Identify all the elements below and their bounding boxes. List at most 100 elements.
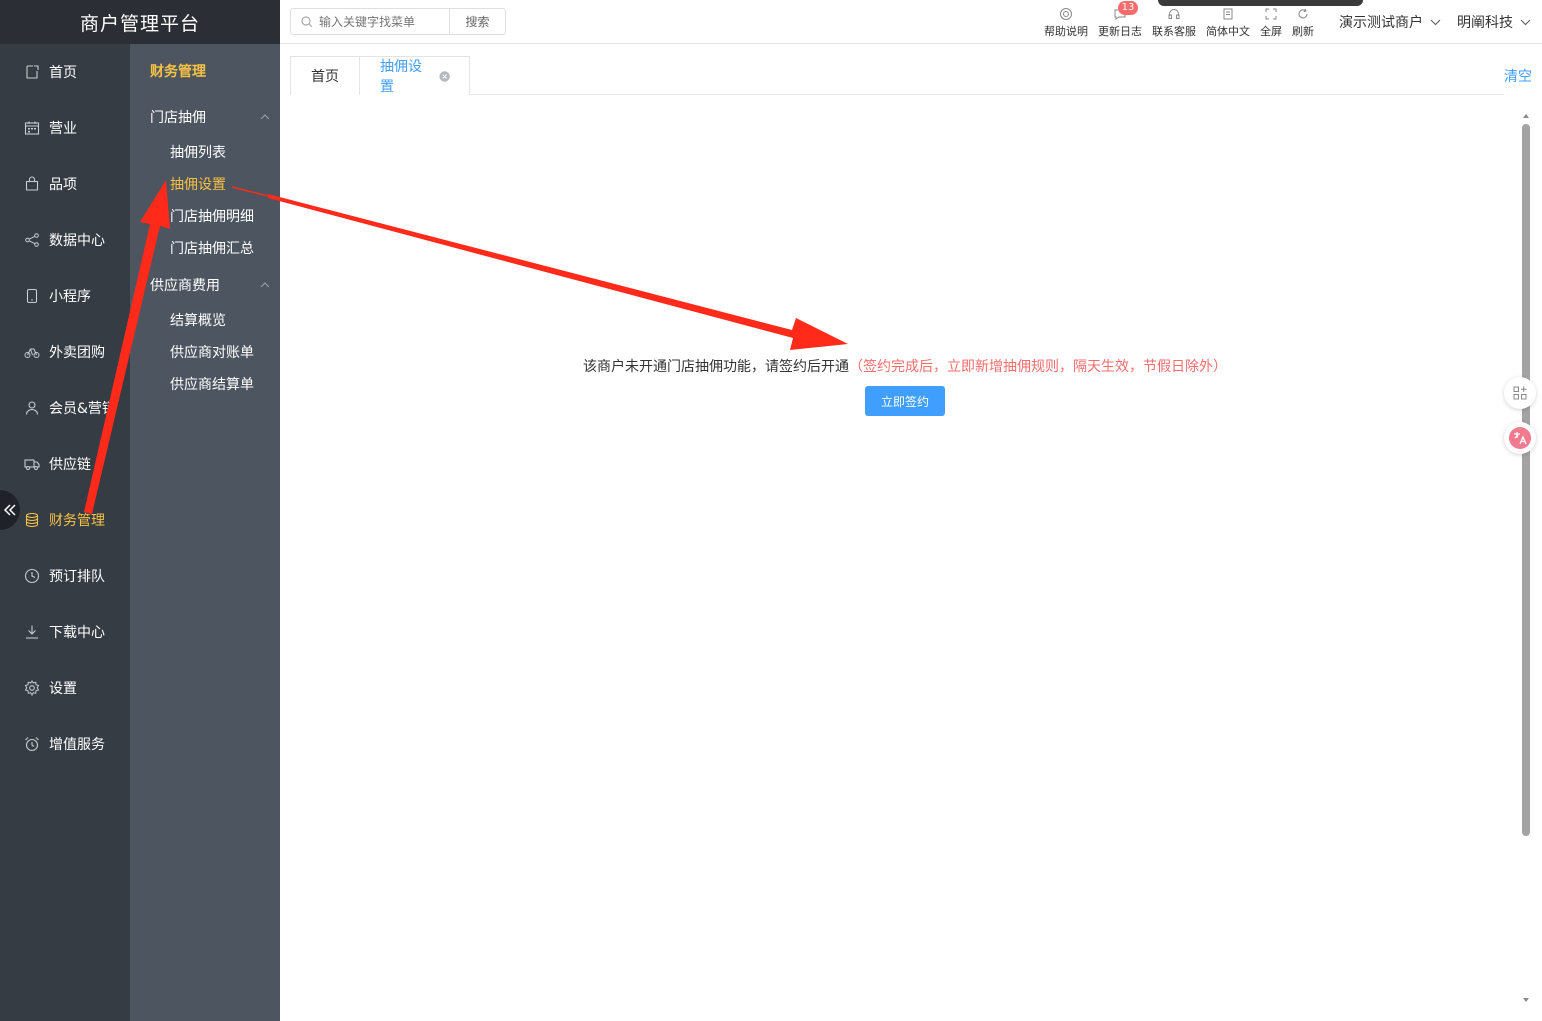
nav-label: 财务管理: [49, 513, 105, 529]
nav-item-member[interactable]: 会员&营销: [0, 380, 130, 436]
not-enabled-notice: 该商户未开通门店抽佣功能，请签约后开通（签约完成后，立即新增抽佣规则，隔天生效，…: [583, 356, 1227, 376]
phone-icon: [26, 288, 38, 304]
clear-tabs-link[interactable]: 清空: [1504, 66, 1532, 86]
nav-label: 数据中心: [49, 233, 105, 249]
help-icon: [1060, 8, 1072, 20]
chevron-down-icon: [1520, 19, 1531, 25]
nav-label: 下载中心: [49, 625, 105, 641]
fullscreen-label: 全屏: [1260, 25, 1282, 38]
sub-nav: 财务管理 门店抽佣 抽佣列表 抽佣设置 门店抽佣明细 门店抽佣汇总 供应商费用 …: [130, 44, 280, 1021]
page-tabs: 首页 抽佣设置: [290, 56, 1504, 95]
search-input[interactable]: [319, 14, 449, 29]
nav-item-value-added[interactable]: 增值服务: [0, 716, 130, 772]
user-icon: [25, 401, 39, 415]
help-label: 帮助说明: [1044, 25, 1088, 38]
grid-plus-icon: [1513, 386, 1527, 400]
nav-item-finance[interactable]: 财务管理: [0, 492, 130, 548]
fullscreen-icon: [1265, 8, 1277, 20]
chevron-down-icon: [1430, 19, 1441, 25]
bike-icon: [24, 348, 40, 358]
language-button[interactable]: 简体中文: [1206, 7, 1250, 39]
tab-label: 抽佣设置: [380, 59, 422, 95]
headset-icon: [1168, 9, 1180, 19]
submenu-item-settlement-overview[interactable]: 结算概览: [170, 310, 226, 330]
tab-label: 首页: [311, 69, 339, 85]
refresh-button[interactable]: 刷新: [1292, 7, 1314, 39]
popup-bar: [1158, 0, 1363, 6]
notice-text: 该商户未开通门店抽佣功能，请签约后开通: [583, 359, 849, 375]
help-button[interactable]: 帮助说明: [1044, 7, 1088, 39]
changelog-badge: 13: [1118, 1, 1138, 15]
gear-icon: [24, 680, 40, 696]
tab-commission-settings[interactable]: 抽佣设置: [359, 56, 470, 95]
submenu-item-commission-detail[interactable]: 门店抽佣明细: [170, 206, 254, 226]
group-label: 供应商费用: [150, 278, 220, 294]
translate-float-button[interactable]: [1504, 422, 1536, 454]
refresh-icon: [1298, 8, 1308, 19]
nav-label: 外卖团购: [49, 345, 105, 361]
nav-item-supply-chain[interactable]: 供应链: [0, 436, 130, 492]
annotation-arrow-to-notice: [231, 186, 848, 350]
group-label: 门店抽佣: [150, 110, 206, 126]
share-icon: [25, 233, 39, 247]
nav-item-reservation[interactable]: 预订排队: [0, 548, 130, 604]
scrollbar-thumb[interactable]: [1522, 124, 1530, 836]
alarm-icon: [25, 737, 39, 752]
nav-item-downloads[interactable]: 下载中心: [0, 604, 130, 660]
nav-label: 营业: [49, 121, 77, 137]
submenu-group-commission[interactable]: 门店抽佣: [150, 107, 270, 127]
nav-item-home[interactable]: 首页: [0, 44, 130, 100]
nav-item-settings[interactable]: 设置: [0, 660, 130, 716]
nav-label: 首页: [49, 65, 77, 81]
clock-icon: [24, 568, 40, 584]
download-icon: [26, 625, 38, 639]
submenu-title: 财务管理: [150, 64, 206, 80]
notice-hint: （签约完成后，立即新增抽佣规则，隔天生效，节假日除外）: [849, 359, 1227, 375]
chevron-up-icon: [260, 114, 270, 120]
nav-label: 增值服务: [49, 737, 105, 753]
scroll-up-arrow-icon: [1523, 114, 1529, 118]
nav-item-mini-program[interactable]: 小程序: [0, 268, 130, 324]
nav-item-data-center[interactable]: 数据中心: [0, 212, 130, 268]
changelog-label: 更新日志: [1098, 25, 1142, 38]
document-icon: [1223, 8, 1233, 20]
database-icon: [25, 512, 39, 528]
refresh-label: 刷新: [1292, 25, 1314, 38]
company-dropdown[interactable]: 明阐科技: [1457, 12, 1531, 32]
company-name: 明阐科技: [1457, 15, 1513, 31]
bag-icon: [25, 176, 39, 191]
menu-search: 搜索: [290, 8, 506, 35]
top-bar: 搜索 帮助说明 更新日志 13 联系客服 简体中文 全屏: [280, 0, 1542, 44]
main-nav: 首页 营业 品项 数据中心 小程序 外卖团购 会员&营销 供应链 财务管理 预订…: [0, 44, 130, 1021]
home-icon: [26, 65, 39, 79]
nav-item-delivery[interactable]: 外卖团购: [0, 324, 130, 380]
search-button[interactable]: 搜索: [449, 8, 506, 35]
submenu-item-supplier-settlement[interactable]: 供应商结算单: [170, 374, 254, 394]
nav-label: 小程序: [49, 289, 91, 305]
scroll-down-arrow-icon: [1523, 998, 1529, 1002]
chevron-up-icon: [260, 282, 270, 288]
submenu-item-commission-summary[interactable]: 门店抽佣汇总: [170, 238, 254, 258]
tab-home[interactable]: 首页: [290, 56, 360, 95]
merchant-dropdown[interactable]: 演示测试商户: [1339, 12, 1441, 32]
nav-label: 预订排队: [49, 569, 105, 585]
support-button[interactable]: 联系客服: [1152, 7, 1196, 39]
nav-label: 品项: [49, 177, 77, 193]
support-label: 联系客服: [1152, 25, 1196, 38]
submenu-item-commission-settings[interactable]: 抽佣设置: [170, 174, 226, 194]
sign-now-button[interactable]: 立即签约: [865, 386, 945, 416]
nav-item-products[interactable]: 品项: [0, 156, 130, 212]
apps-float-button[interactable]: [1504, 377, 1536, 409]
nav-item-business[interactable]: 营业: [0, 100, 130, 156]
double-chevron-left-icon: [3, 504, 16, 516]
fullscreen-button[interactable]: 全屏: [1260, 7, 1282, 39]
submenu-item-commission-list[interactable]: 抽佣列表: [170, 142, 226, 162]
translate-icon: [1509, 427, 1531, 449]
submenu-item-supplier-statement[interactable]: 供应商对账单: [170, 342, 254, 362]
merchant-name: 演示测试商户: [1339, 15, 1423, 31]
submenu-group-supplier-fees[interactable]: 供应商费用: [150, 275, 270, 295]
nav-label: 设置: [49, 681, 77, 697]
truck-icon: [24, 459, 40, 470]
search-icon: [301, 15, 313, 27]
close-icon[interactable]: [439, 70, 450, 83]
